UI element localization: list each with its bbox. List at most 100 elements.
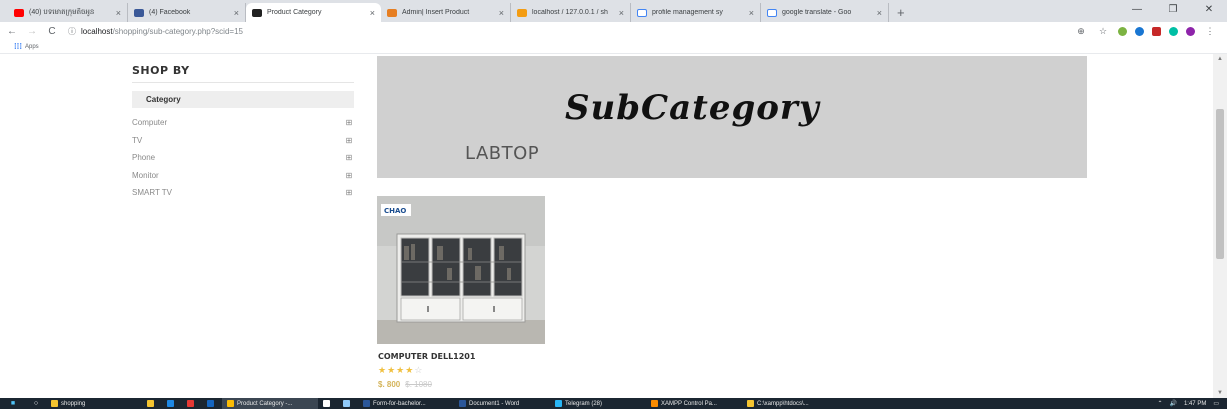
profile-avatar[interactable] <box>1186 26 1195 36</box>
tab-favicon-icon <box>387 8 397 17</box>
clock[interactable]: 1:47 PM <box>1184 401 1206 407</box>
star-icon: ☆ <box>414 365 424 375</box>
address-bar[interactable]: ⓘ localhost/shopping/sub-category.php?sc… <box>68 24 1070 38</box>
menu-icon[interactable]: ⋮ <box>1203 26 1217 36</box>
category-item[interactable]: SMART TV ⊞ <box>132 184 354 202</box>
tab-close-icon[interactable]: × <box>499 8 504 18</box>
new-tab-button[interactable]: + <box>889 3 913 22</box>
category-label: Phone <box>132 153 156 163</box>
app-icon <box>147 400 154 407</box>
tab-close-icon[interactable]: × <box>370 8 375 18</box>
browser-tab[interactable]: (40) បទមោតក្រុមតិចអូន × <box>8 3 128 22</box>
extensions-area: ⊕ ☆ ⋮ <box>1070 26 1221 36</box>
tab-close-icon[interactable]: × <box>234 8 239 18</box>
scroll-up-icon[interactable]: ▲ <box>1213 56 1227 62</box>
taskbar-app[interactable]: Product Category -... <box>222 398 318 409</box>
browser-tab[interactable]: (4) Facebook × <box>128 3 246 22</box>
taskbar-app[interactable]: XAMPP Control Pa... <box>646 398 742 409</box>
taskbar-app[interactable] <box>182 398 202 409</box>
taskbar-app[interactable]: Telegram (28) <box>550 398 646 409</box>
category-label: TV <box>132 135 143 145</box>
zoom-icon[interactable]: ⊕ <box>1074 26 1088 36</box>
browser-tab[interactable]: Product Category × <box>246 3 381 22</box>
app-icon <box>459 400 466 407</box>
page-scrollbar[interactable]: ▲ ▼ <box>1213 54 1227 398</box>
category-item[interactable]: Phone ⊞ <box>132 149 354 167</box>
expand-plus-icon[interactable]: ⊞ <box>344 118 354 127</box>
taskbar-app[interactable] <box>202 398 222 409</box>
taskbar-app-label: Telegram (28) <box>565 400 603 407</box>
tray-arrow-icon[interactable]: ⌃ <box>1157 400 1162 407</box>
scrollbar-thumb[interactable] <box>1216 109 1224 259</box>
product-image[interactable]: CHAO <box>377 196 545 344</box>
divider <box>132 82 354 83</box>
expand-plus-icon[interactable]: ⊞ <box>344 153 354 162</box>
browser-tab[interactable]: Admin| Insert Product × <box>381 3 511 22</box>
address-path: /shopping/sub-category.php?scid=15 <box>112 26 243 36</box>
volume-icon[interactable]: 🔊 <box>1169 400 1176 407</box>
system-tray: ⌃ 🔊 1:47 PM ▭ <box>1150 400 1227 408</box>
taskbar-app[interactable]: Document1 - Word <box>454 398 550 409</box>
extension-icon[interactable] <box>1118 26 1127 36</box>
windows-start-icon[interactable]: ■ <box>0 400 26 407</box>
forward-icon[interactable]: → <box>24 26 40 37</box>
taskbar-app[interactable]: shopping <box>46 398 142 409</box>
category-title: Category <box>132 91 354 108</box>
taskbar-app-label: shopping <box>61 400 86 407</box>
star-icon: ★ <box>396 365 406 375</box>
minimize-icon[interactable]: — <box>1119 0 1155 20</box>
tab-close-icon[interactable]: × <box>749 8 754 18</box>
browser-tab[interactable]: google translate - Goo × <box>761 3 889 22</box>
product-name[interactable]: COMPUTER DELL1201 <box>378 352 475 361</box>
extension-icon[interactable] <box>1169 26 1178 36</box>
app-icon <box>187 400 194 407</box>
browser-toolbar: ← → C ⓘ localhost/shopping/sub-category.… <box>0 22 1227 40</box>
product-rating: ★★★★☆ <box>378 365 423 376</box>
back-icon[interactable]: ← <box>4 26 20 37</box>
browser-tab-strip: (40) បទមោតក្រុមតិចអូន × (4) Facebook × Produ… <box>0 0 1227 22</box>
category-item[interactable]: TV ⊞ <box>132 132 354 150</box>
windows-taskbar: ■ ○ shopping Product Category -... Form-fo… <box>0 398 1227 409</box>
taskbar-app-label: Product Category -... <box>237 400 293 407</box>
taskbar-app[interactable]: Form-for-bachelor... <box>358 398 454 409</box>
expand-plus-icon[interactable]: ⊞ <box>344 188 354 197</box>
app-icon <box>323 400 330 407</box>
tab-close-icon[interactable]: × <box>116 8 121 18</box>
pdf-extension-icon[interactable] <box>1152 26 1161 36</box>
old-price: $. 1080 <box>405 380 432 389</box>
browser-tab[interactable]: profile management sy × <box>631 3 761 22</box>
close-window-icon[interactable]: ✕ <box>1191 0 1227 20</box>
apps-grid-icon[interactable]: ⁞⁞⁞ <box>14 42 22 51</box>
expand-plus-icon[interactable]: ⊞ <box>344 136 354 145</box>
tab-title: localhost / 127.0.0.1 / sh <box>532 9 608 16</box>
taskbar-app-label: Form-for-bachelor... <box>373 400 426 407</box>
taskbar-app[interactable] <box>142 398 162 409</box>
site-info-icon[interactable]: ⓘ <box>68 26 76 37</box>
taskbar-app-label: C:\xampp\htdocs\... <box>757 400 809 407</box>
bookmark-star-icon[interactable]: ☆ <box>1096 26 1110 36</box>
taskbar-app[interactable] <box>162 398 182 409</box>
notifications-icon[interactable]: ▭ <box>1213 400 1219 407</box>
reload-icon[interactable]: C <box>44 26 60 37</box>
app-icon <box>207 400 214 407</box>
taskbar-app[interactable] <box>338 398 358 409</box>
browser-tab[interactable]: localhost / 127.0.0.1 / sh × <box>511 3 631 22</box>
extension-icon[interactable] <box>1135 26 1144 36</box>
tab-close-icon[interactable]: × <box>877 8 882 18</box>
scroll-down-icon[interactable]: ▼ <box>1213 390 1227 396</box>
restore-icon[interactable]: ❐ <box>1155 0 1191 20</box>
taskbar-app[interactable]: C:\xampp\htdocs\... <box>742 398 838 409</box>
taskbar-app[interactable] <box>318 398 338 409</box>
taskbar-app-label: XAMPP Control Pa... <box>661 400 717 407</box>
app-icon <box>343 400 350 407</box>
category-item[interactable]: Computer ⊞ <box>132 114 354 132</box>
category-item[interactable]: Monitor ⊞ <box>132 167 354 185</box>
category-list: Computer ⊞ TV ⊞ Phone ⊞ Monitor ⊞ SMART TV ⊞ <box>132 114 354 202</box>
expand-plus-icon[interactable]: ⊞ <box>344 171 354 180</box>
star-icon: ★ <box>378 365 388 375</box>
product-price: $. 800 $. 1080 <box>378 380 432 389</box>
tab-close-icon[interactable]: × <box>619 8 624 18</box>
tab-favicon-icon <box>14 8 24 17</box>
search-circle-icon[interactable]: ○ <box>26 400 46 407</box>
apps-bookmark[interactable]: Apps <box>25 44 39 50</box>
